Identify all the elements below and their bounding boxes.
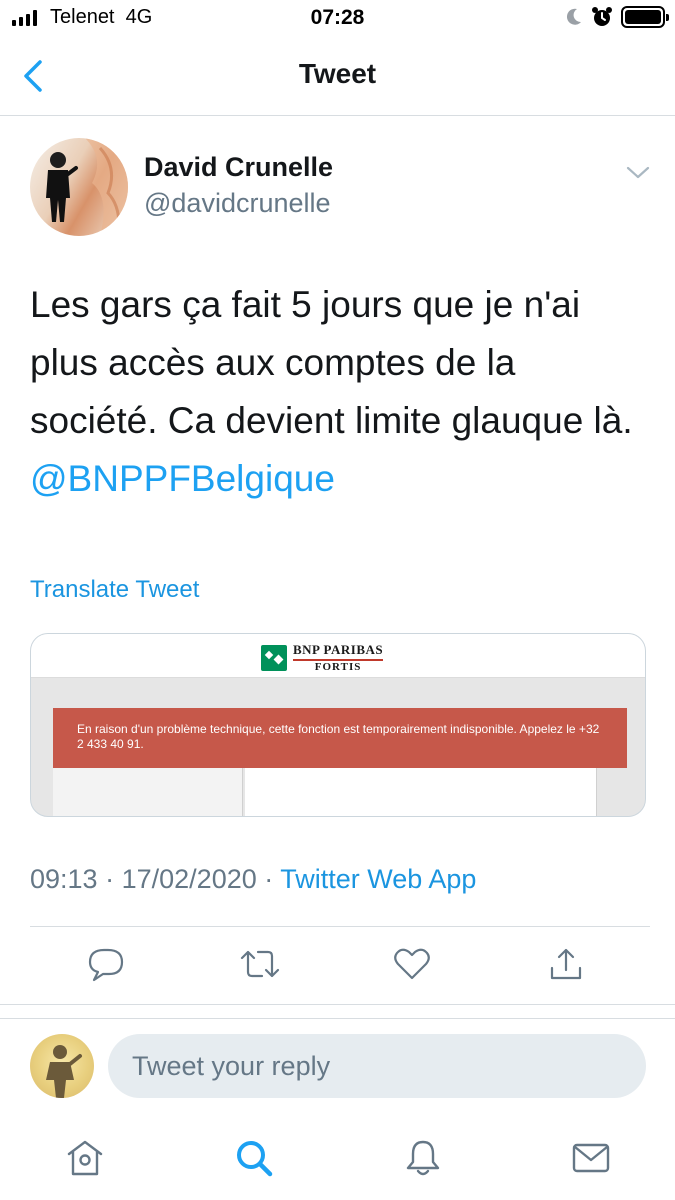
error-banner: En raison d'un problème technique, cette… <box>53 708 627 768</box>
tweet-text: Les gars ça fait 5 jours que je n'ai plu… <box>30 284 633 441</box>
share-icon <box>550 948 582 980</box>
author-display-name[interactable]: David Crunelle <box>144 152 333 183</box>
user-avatar-photo <box>46 1045 82 1098</box>
error-message: En raison d'un problème technique, cette… <box>77 722 600 751</box>
carrier-info: Telenet 4G <box>50 6 152 29</box>
retweet-button[interactable] <box>238 944 280 984</box>
status-bar: Telenet 4G 07:28 <box>0 0 675 38</box>
bnp-stars-icon <box>261 644 287 671</box>
divider <box>0 1004 675 1005</box>
back-button[interactable] <box>18 56 54 96</box>
tab-notifications[interactable] <box>401 1136 445 1180</box>
tab-bar <box>0 1120 675 1200</box>
reply-button[interactable] <box>86 944 126 984</box>
user-avatar[interactable] <box>30 1034 94 1098</box>
author-handle[interactable]: @davidcrunelle <box>144 188 331 219</box>
separator: · <box>105 864 115 894</box>
network-type: 4G <box>125 6 153 28</box>
comment-icon <box>88 948 124 982</box>
tab-search[interactable] <box>232 1136 276 1180</box>
tweet-media-image[interactable]: BNP PARIBAS FORTIS En raison d'un problè… <box>30 633 646 817</box>
translate-tweet-link[interactable]: Translate Tweet <box>30 576 199 604</box>
bnp-logo-text: BNP PARIBAS FORTIS <box>293 642 384 673</box>
carrier-name: Telenet <box>50 6 115 28</box>
screenshot-left-panel <box>53 768 243 816</box>
chevron-down-icon <box>626 166 650 179</box>
notifications-icon <box>406 1140 440 1176</box>
tweet-body: Les gars ça fait 5 jours que je n'ai plu… <box>30 276 650 508</box>
messages-icon <box>572 1143 610 1173</box>
tweet-timestamp: 09:13 · 17/02/2020 · Twitter Web App <box>30 864 476 895</box>
tweet-options-button[interactable] <box>624 160 652 184</box>
status-icons <box>565 6 669 28</box>
signal-strength-icon <box>12 10 37 26</box>
bnp-brand-line2: FORTIS <box>314 661 362 673</box>
bnp-paribas-fortis-logo: BNP PARIBAS FORTIS <box>261 642 384 673</box>
nav-bar: Tweet <box>0 38 675 116</box>
tab-home[interactable] <box>63 1136 107 1180</box>
tweet-actions <box>0 944 675 988</box>
heart-icon <box>394 948 430 980</box>
like-button[interactable] <box>392 944 432 984</box>
reply-input[interactable] <box>108 1034 646 1098</box>
alarm-clock-icon <box>592 7 612 26</box>
screenshot-right-panel <box>245 768 597 816</box>
chevron-left-icon <box>24 60 42 92</box>
tweet-source-link[interactable]: Twitter Web App <box>280 864 476 894</box>
tab-messages[interactable] <box>569 1136 613 1180</box>
tweet-date: 17/02/2020 <box>121 864 257 894</box>
retweet-icon <box>240 950 280 978</box>
moon-icon <box>566 8 581 25</box>
tweet-time: 09:13 <box>30 864 98 894</box>
author-avatar-photo <box>46 138 128 236</box>
search-icon <box>237 1141 273 1177</box>
separator: · <box>264 864 274 894</box>
bnp-brand-line1: BNP PARIBAS <box>293 642 384 661</box>
share-button[interactable] <box>546 944 586 984</box>
battery-icon <box>621 6 669 28</box>
mention-link[interactable]: @BNPPFBelgique <box>30 458 335 499</box>
media-header: BNP PARIBAS FORTIS <box>31 634 645 678</box>
divider <box>30 926 650 927</box>
author-avatar[interactable] <box>30 138 128 236</box>
battery-fill <box>625 10 661 24</box>
page-title: Tweet <box>298 58 377 89</box>
divider <box>0 1018 675 1019</box>
home-icon <box>67 1140 103 1176</box>
